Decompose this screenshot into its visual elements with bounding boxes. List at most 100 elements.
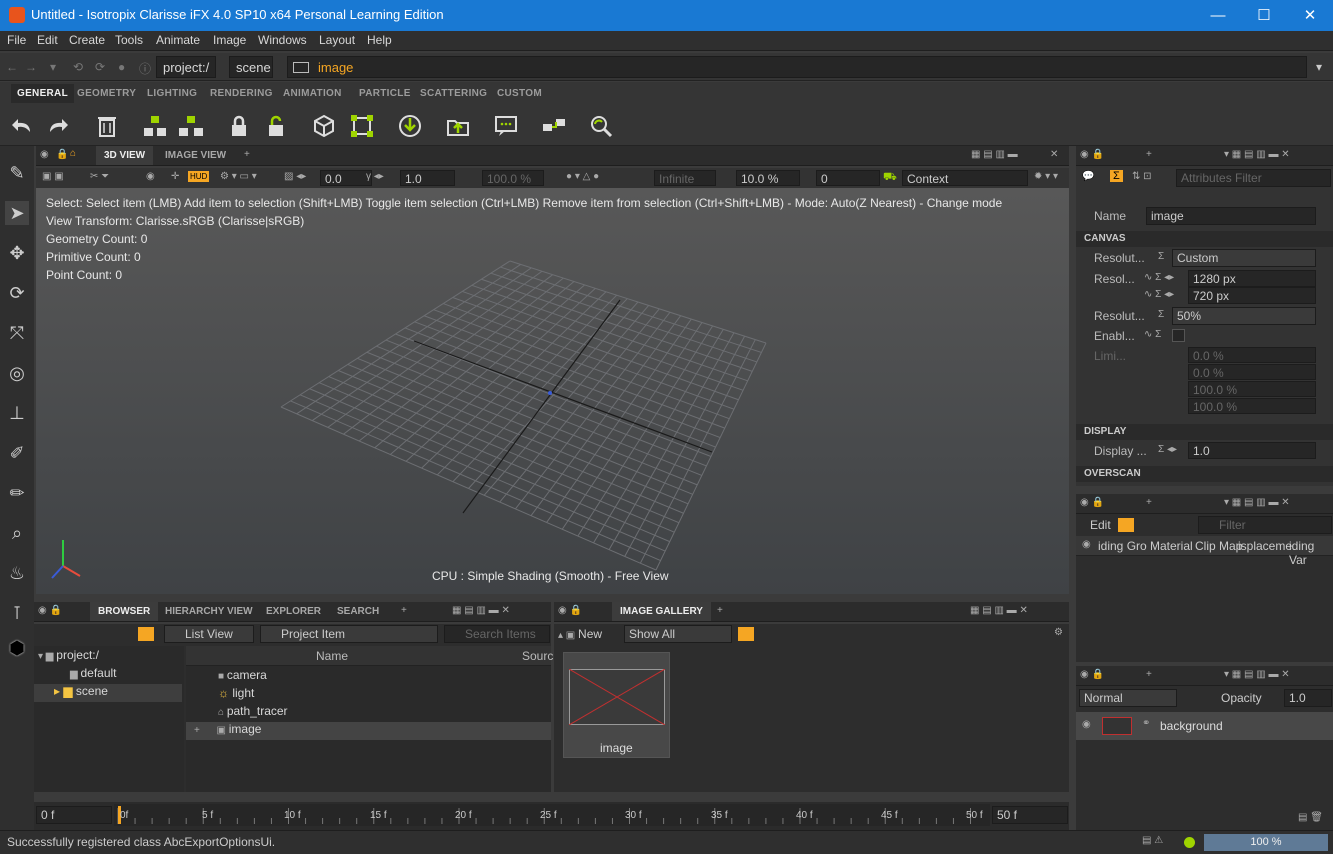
panel-options-icon[interactable]: ▾ ▦ ▤ ▥ ▬ ✕ [1224, 149, 1290, 160]
tab-image-view[interactable]: IMAGE VIEW [165, 150, 226, 161]
resolution-multiplier-dropdown[interactable]: 50% [1172, 307, 1316, 325]
grid-toggle-icon[interactable]: ▨ ◂▸ [284, 171, 306, 182]
comment-icon[interactable]: 💬 [1082, 171, 1094, 182]
resolution-preset-dropdown[interactable]: Custom [1172, 249, 1316, 267]
add-tab-icon[interactable]: + [244, 149, 250, 160]
material-type-icon[interactable] [1118, 518, 1134, 532]
address-dropdown-icon[interactable]: ▾ [1316, 60, 1322, 74]
zoom-region-icon[interactable]: ⌕ [5, 521, 29, 545]
export-icon[interactable] [444, 112, 472, 140]
crosshair-icon[interactable]: ✛ [171, 171, 179, 182]
gamma-field[interactable]: 1.0 [400, 170, 455, 186]
measure-tool-icon[interactable]: ⊺ [5, 601, 29, 625]
unlock-icon[interactable] [262, 112, 290, 140]
snapshot-icon[interactable]: ▣ ▣ [42, 171, 64, 182]
curve-sigma-icon[interactable]: ∿ Σ ◂▸ [1144, 272, 1174, 283]
attribute-filter-input[interactable]: Attributes Filter [1176, 169, 1331, 187]
panel-pin-icon[interactable]: ◉ 🔒 [1080, 497, 1104, 508]
gallery-settings-icon[interactable]: ⚙ [1054, 627, 1063, 638]
brush-tool-icon[interactable]: ✏ [5, 481, 29, 505]
list-item[interactable]: ⌂ path_tracer [218, 704, 288, 722]
menu-edit[interactable]: Edit [37, 33, 58, 47]
comment-icon[interactable] [492, 112, 520, 140]
menu-layout[interactable]: Layout [319, 33, 355, 47]
reload-icon[interactable]: ⟳ [95, 60, 105, 74]
layer-row[interactable]: ◉ ⚭ background [1076, 712, 1333, 740]
menu-create[interactable]: Create [69, 33, 105, 47]
list-item[interactable]: ☼ light [218, 686, 254, 704]
tab-rendering[interactable]: RENDERING [210, 88, 273, 99]
name-input[interactable]: image [1146, 207, 1316, 225]
move-tool-icon[interactable]: ✥ [5, 241, 29, 265]
breadcrumb-scene[interactable]: scene [229, 56, 273, 78]
list-item-selected[interactable]: + ▣ image [186, 722, 551, 740]
eye-icon[interactable]: ◉ [146, 171, 155, 182]
new-layer-icon[interactable]: ▤ 🗑 [1298, 812, 1323, 823]
search-items-input[interactable]: Search Items [444, 625, 550, 643]
info-icon[interactable]: ⓘ [139, 60, 151, 77]
link-icon[interactable] [540, 112, 568, 140]
panel-options-icon[interactable]: ▾ ▦ ▤ ▥ ▬ ✕ [1224, 497, 1290, 508]
list-view-dropdown[interactable]: List View [164, 625, 254, 643]
start-frame-field[interactable]: 0 f [36, 806, 112, 824]
panel-options-icon[interactable]: ▦ ▤ ▥ ▬ ✕ [452, 605, 510, 616]
tools-icon[interactable]: ✂ ⏷ [90, 171, 109, 182]
search-replace-icon[interactable] [587, 112, 615, 140]
sigma-icon[interactable]: Σ ◂▸ [1158, 444, 1177, 455]
viewport-options-icon[interactable]: ✹ ▾ ▾ [1034, 171, 1058, 182]
sigma-icon[interactable]: Σ [1158, 251, 1164, 262]
display-gamma-field[interactable]: 1.0 [1188, 442, 1316, 459]
select-tool-icon[interactable]: ➤ [5, 201, 29, 225]
tab-animation[interactable]: ANIMATION [283, 88, 342, 99]
maximize-button[interactable]: ☐ [1241, 0, 1287, 31]
undo-icon[interactable] [8, 112, 36, 140]
teapot-icon[interactable]: ♨ [5, 561, 29, 585]
curve-sigma-icon[interactable]: ∿ Σ [1144, 329, 1161, 340]
tab-scattering[interactable]: SCATTERING [420, 88, 487, 99]
panel-pin-icon[interactable]: ◉ 🔒 [1080, 669, 1104, 680]
sigma-icon[interactable]: Σ [1158, 309, 1164, 320]
column-material[interactable]: Material [1150, 539, 1193, 553]
redo-icon[interactable] [44, 112, 72, 140]
rotate-tool-icon[interactable]: ⟳ [5, 281, 29, 305]
paint-tool-icon[interactable]: ✐ [5, 441, 29, 465]
add-tab-icon[interactable]: + [1146, 669, 1152, 680]
stamp-tool-icon[interactable]: ⊥ [5, 401, 29, 425]
resolution-height-field[interactable]: 720 px [1188, 287, 1316, 304]
frame-field[interactable]: 0 [816, 170, 880, 186]
opacity-field[interactable]: 1.0 [1284, 689, 1332, 707]
breadcrumb-item[interactable]: image [287, 56, 1307, 78]
menu-windows[interactable]: Windows [258, 33, 307, 47]
material-filter-input[interactable]: Filter [1198, 516, 1332, 534]
tree-project-root[interactable]: ▾ ▆ project:/ [38, 648, 99, 666]
ungroup-icon[interactable] [177, 112, 205, 140]
context-dropdown[interactable]: Context [902, 170, 1028, 186]
tree-scene[interactable]: ▸ ▆ scene [34, 684, 182, 702]
context-icon[interactable]: ⛟ [883, 171, 897, 185]
show-all-dropdown[interactable]: Show All [624, 625, 732, 643]
project-item-dropdown[interactable]: Project Item [260, 625, 438, 643]
near-clip-field[interactable]: 0.0 [320, 170, 372, 186]
display-section[interactable]: DISPLAY [1076, 424, 1333, 440]
end-frame-field[interactable]: 50 f [992, 806, 1068, 824]
layout-grid-icon[interactable]: ▦ ▤ ▥ ▬ [971, 149, 1018, 160]
eye-icon[interactable]: ◉ [1082, 539, 1091, 550]
menu-tools[interactable]: Tools [115, 33, 143, 47]
time-slider[interactable]: 0f 5 f 10 f 15 f 20 f 25 f 30 f 35 f 40 … [114, 804, 990, 826]
panel-home-icon[interactable]: ⌂ [70, 148, 76, 159]
3d-viewport[interactable]: Select: Select item (LMB) Add item to se… [36, 188, 1069, 594]
back-icon[interactable]: ← [6, 60, 18, 74]
panel-pin-icon[interactable]: ◉ 🔒 [558, 605, 582, 616]
tab-explorer[interactable]: EXPLORER [266, 606, 321, 617]
minimize-button[interactable]: — [1195, 0, 1241, 31]
curve-sigma-icon[interactable]: ∿ Σ ◂▸ [1144, 289, 1174, 300]
tab-image-gallery[interactable]: IMAGE GALLERY [612, 602, 711, 621]
sort-icon[interactable]: ⇅ ⊡ [1132, 171, 1152, 182]
tab-custom[interactable]: CUSTOM [497, 88, 542, 99]
shading-icon[interactable]: ⚙ ▾ ▭ ▾ [220, 171, 257, 182]
list-item[interactable]: ■ camera [218, 668, 267, 686]
new-snapshot-button[interactable]: ▴ ▣ New [558, 627, 602, 641]
hud-icon[interactable]: HUD [188, 171, 210, 182]
lock-icon[interactable] [225, 112, 253, 140]
bounding-box-icon[interactable] [348, 112, 376, 140]
